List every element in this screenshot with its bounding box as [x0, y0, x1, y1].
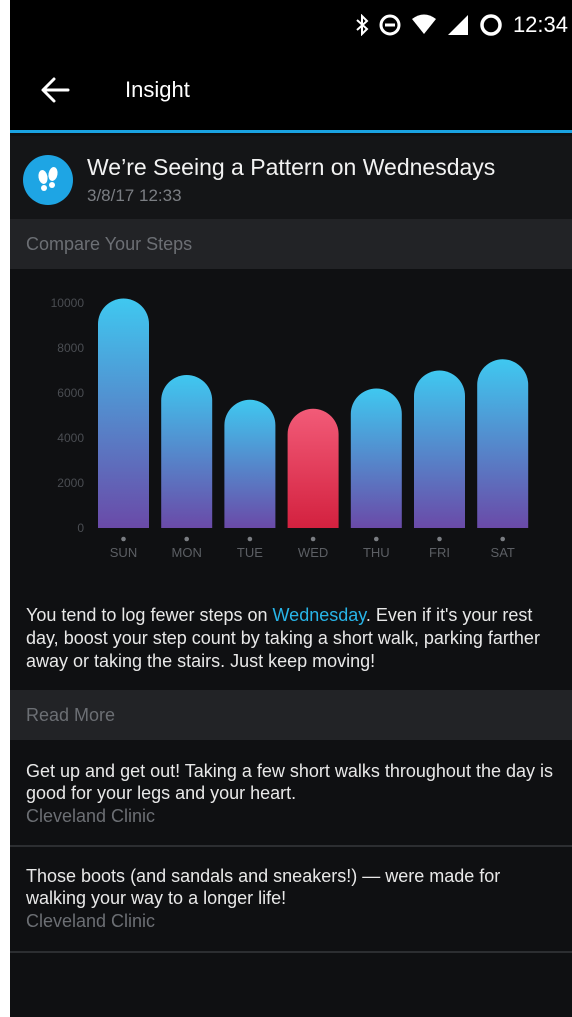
bar-tue: [224, 399, 276, 528]
app-bar: Insight: [10, 50, 572, 133]
day-dot: [121, 536, 126, 542]
day-dot: [247, 536, 253, 542]
page-title: Insight: [125, 77, 190, 102]
read-more-header: Read More: [10, 690, 572, 740]
bluetooth-icon: [356, 14, 369, 36]
insight-title: We’re Seeing a Pattern on Wednesdays: [87, 154, 496, 180]
day-dot: [184, 536, 189, 542]
y-tick-label: 2000: [57, 476, 84, 490]
day-dot: [500, 536, 506, 542]
do-not-disturb-icon: [379, 14, 401, 36]
steps-bar-chart: 0 2000 4000 6000 8000 10000 SUN MON TUE WED THU FR…: [51, 296, 529, 560]
status-time: 12:34: [512, 12, 568, 37]
day-dot: [437, 536, 442, 542]
x-tick-label: THU: [363, 545, 390, 560]
signal-icon: [447, 15, 468, 35]
y-axis: 0 2000 4000 6000 8000 10000: [51, 296, 85, 535]
article-source: Cleveland Clinic: [26, 911, 156, 931]
x-axis: SUN MON TUE WED THU FRI SAT: [110, 536, 515, 560]
back-button[interactable]: [36, 70, 76, 110]
article-item[interactable]: Those boots (and sandals and sneakers!) …: [10, 847, 572, 953]
highlighted-day: Wednesday: [272, 605, 366, 625]
y-tick-label: 4000: [57, 431, 84, 445]
insight-header: We’re Seeing a Pattern on Wednesdays 3/8…: [10, 136, 572, 219]
bar-sat: [477, 359, 529, 528]
bar-sun: [98, 298, 149, 528]
x-tick-label: FRI: [429, 545, 450, 560]
battery-ring-icon: [480, 14, 502, 36]
bar-thu: [350, 388, 402, 528]
footprints-icon: [23, 155, 73, 205]
x-tick-label: MON: [172, 545, 202, 560]
article-item[interactable]: Get up and get out! Taking a few short w…: [10, 740, 572, 847]
wifi-icon: [411, 14, 436, 34]
article-text: Those boots (and sandals and sneakers!) …: [26, 866, 501, 908]
back-arrow-icon: [41, 77, 70, 103]
bar-mon: [161, 375, 213, 528]
insight-text-start: You tend to log fewer steps on: [26, 605, 273, 625]
y-tick-label: 10000: [51, 296, 85, 310]
x-tick-label: TUE: [237, 545, 263, 560]
insight-date: 3/8/17 12:33: [87, 186, 182, 205]
compare-steps-header: Compare Your Steps: [10, 219, 572, 269]
y-tick-label: 0: [77, 521, 84, 535]
status-bar: 12:34: [10, 0, 572, 50]
x-tick-label: SUN: [110, 545, 137, 560]
insight-description: You tend to log fewer steps on Wednesday…: [26, 604, 566, 673]
article-source: Cleveland Clinic: [26, 806, 156, 826]
day-dot: [374, 536, 379, 542]
y-tick-label: 8000: [57, 341, 84, 355]
y-tick-label: 6000: [57, 386, 84, 400]
x-tick-label: WED: [298, 545, 328, 560]
screen: 12:34 Insight We’re Seeing a Pattern on …: [10, 0, 572, 1017]
bars: [98, 298, 529, 528]
bar-wed: [287, 408, 339, 528]
article-text: Get up and get out! Taking a few short w…: [26, 761, 553, 803]
x-tick-label: SAT: [491, 545, 515, 560]
bar-fri: [414, 370, 465, 528]
day-dot: [310, 536, 316, 542]
